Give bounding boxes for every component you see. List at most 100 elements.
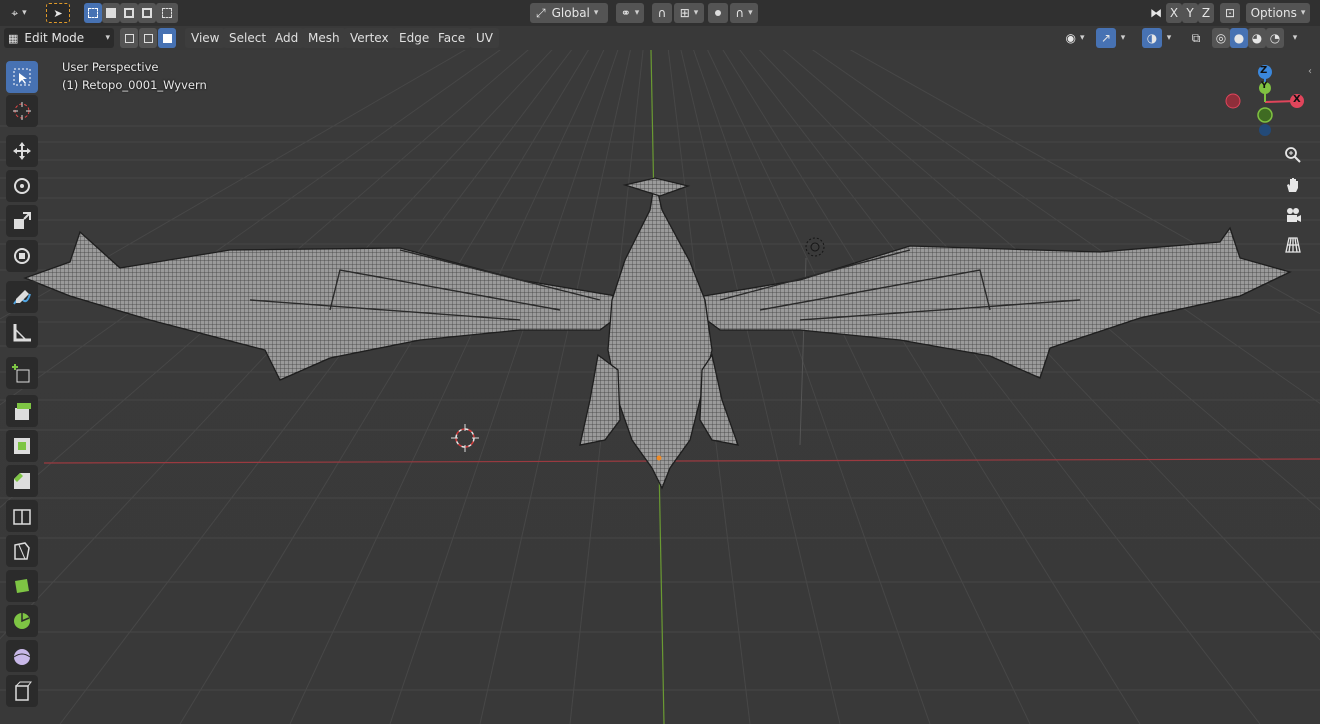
select-tool-button[interactable]: ➤ xyxy=(46,3,70,23)
chevron-down-icon: ▾ xyxy=(748,8,753,18)
transform-orientation-dropdown[interactable]: ⤢ Global ▾ xyxy=(530,3,608,23)
chevron-down-icon: ▾ xyxy=(105,33,110,43)
menu-mesh[interactable]: Mesh xyxy=(302,28,346,48)
tool-cursor[interactable] xyxy=(6,95,38,127)
options-dropdown[interactable]: Options ▾ xyxy=(1246,3,1310,23)
tool-add-cube[interactable] xyxy=(6,357,38,389)
gizmo-z-label: Z xyxy=(1260,65,1268,76)
transform-orientation-label: Global xyxy=(551,6,590,20)
falloff-dropdown[interactable]: ∩ ▾ xyxy=(730,3,758,23)
menu-uv[interactable]: UV xyxy=(470,28,499,48)
tool-inset[interactable] xyxy=(6,430,38,462)
header-bar: ⌖ ▾ ➤ ⤢ Global ▾ ⚭ ▾ ∩ ⊞ ▾ ∩ ▾ ⧓ X Y Z ⊡ Opt… xyxy=(0,0,1320,26)
edge-select-mode-button[interactable] xyxy=(139,28,157,48)
tool-knife[interactable] xyxy=(6,535,38,567)
object-name-text: (1) Retopo_0001_Wyvern xyxy=(62,78,207,92)
menu-view[interactable]: View xyxy=(185,28,226,48)
chevron-left-icon: ‹ xyxy=(1308,66,1312,77)
tool-move[interactable] xyxy=(6,135,38,167)
mirror-options-button[interactable]: ⧓ xyxy=(1146,3,1166,23)
select-box-icon xyxy=(13,68,31,86)
chevron-down-icon: ▾ xyxy=(1079,33,1085,43)
navigation-gizmo[interactable]: Z Y X xyxy=(1222,62,1312,138)
menu-edge[interactable]: Edge xyxy=(393,28,436,48)
gizmo-toggle[interactable]: ↗ xyxy=(1096,28,1116,48)
cursor-arrow-icon: ➤ xyxy=(53,6,63,20)
material-sphere-icon: ◕ xyxy=(1251,31,1263,45)
transform-icon xyxy=(14,248,30,264)
select-mode-new-button[interactable] xyxy=(84,3,102,23)
chevron-down-icon: ▾ xyxy=(22,8,27,18)
tool-poly-build[interactable] xyxy=(6,570,38,602)
tool-extrude[interactable] xyxy=(6,395,38,427)
editor-type-button[interactable]: ⌖ ▾ xyxy=(4,3,34,23)
gizmo-dropdown[interactable]: ▾ xyxy=(1116,28,1130,48)
menu-face[interactable]: Face xyxy=(432,28,472,48)
tool-scale[interactable] xyxy=(6,205,38,237)
measure-icon xyxy=(13,324,31,342)
select-mode-subtract-button[interactable] xyxy=(120,3,138,23)
tool-loop-cut[interactable] xyxy=(6,500,38,532)
rendered-shading-button[interactable]: ◔ xyxy=(1266,28,1284,48)
poly-build-icon xyxy=(15,579,29,593)
zoom-button[interactable] xyxy=(1280,142,1306,168)
shading-dropdown[interactable]: ▾ xyxy=(1288,28,1302,48)
tool-shrink[interactable] xyxy=(6,675,38,707)
mirror-y-label: Y xyxy=(1186,6,1194,20)
solid-shading-button[interactable]: ● xyxy=(1230,28,1248,48)
menu-vertex[interactable]: Vertex xyxy=(344,28,395,48)
pivot-point-dropdown[interactable]: ⚭ ▾ xyxy=(616,3,644,23)
pan-button[interactable] xyxy=(1280,172,1306,198)
select-mode-invert-button[interactable] xyxy=(138,3,156,23)
chevron-down-icon: ▾ xyxy=(1292,33,1298,43)
butterfly-icon: ⧓ xyxy=(1150,6,1162,20)
xray-toggle[interactable]: ⧉ xyxy=(1186,28,1206,48)
tool-annotate[interactable] xyxy=(6,281,38,313)
vertex-select-mode-button[interactable] xyxy=(120,28,138,48)
face-select-mode-button[interactable] xyxy=(158,28,176,48)
camera-view-button[interactable] xyxy=(1280,202,1306,228)
proportional-editing-toggle[interactable] xyxy=(708,3,728,23)
select-mode-extend-button[interactable] xyxy=(102,3,120,23)
perspective-toggle-button[interactable] xyxy=(1280,232,1306,258)
orientation-icon: ⤢ xyxy=(536,5,546,20)
auto-merge-toggle[interactable]: ⊡ xyxy=(1220,3,1240,23)
chevron-down-icon: ▾ xyxy=(593,8,599,18)
mirror-z-toggle[interactable]: Z xyxy=(1198,3,1214,23)
snap-toggle[interactable]: ∩ xyxy=(652,3,672,23)
view-name-text: User Perspective xyxy=(62,60,159,74)
tool-measure[interactable] xyxy=(6,316,38,348)
bevel-icon xyxy=(14,473,30,489)
menu-select[interactable]: Select xyxy=(223,28,273,48)
3d-viewport[interactable] xyxy=(0,0,1320,724)
shrink-icon xyxy=(15,681,32,701)
tool-transform[interactable] xyxy=(6,240,38,272)
overlays-dropdown[interactable]: ▾ xyxy=(1162,28,1176,48)
snap-target-dropdown[interactable]: ⊞ ▾ xyxy=(674,3,704,23)
tool-select-box[interactable] xyxy=(6,61,38,93)
editor-type-icon: ⌖ xyxy=(11,5,19,20)
sidebar-toggle[interactable]: ‹ xyxy=(1308,66,1318,80)
cursor-icon xyxy=(13,102,31,120)
wireframe-shading-button[interactable]: ◎ xyxy=(1212,28,1230,48)
mode-dropdown[interactable]: ▦ Edit Mode ▾ xyxy=(4,28,114,48)
select-invert-icon xyxy=(142,8,152,18)
chevron-down-icon: ▾ xyxy=(693,8,699,18)
material-shading-button[interactable]: ◕ xyxy=(1248,28,1266,48)
pan-hand-icon xyxy=(1287,178,1298,192)
tool-spin[interactable] xyxy=(6,605,38,637)
tool-smooth[interactable] xyxy=(6,640,38,672)
mirror-x-toggle[interactable]: X xyxy=(1166,3,1182,23)
overlays-toggle[interactable]: ◑ xyxy=(1142,28,1162,48)
visibility-dropdown[interactable]: ◉ ▾ xyxy=(1060,28,1090,48)
select-intersect-icon xyxy=(162,8,172,18)
select-mode-intersect-button[interactable] xyxy=(156,3,178,23)
tool-bevel[interactable] xyxy=(6,465,38,497)
xray-icon: ⧉ xyxy=(1191,30,1201,45)
inset-icon xyxy=(14,438,30,454)
merge-icon: ⊡ xyxy=(1224,6,1236,20)
menu-add[interactable]: Add xyxy=(269,28,305,48)
mirror-y-toggle[interactable]: Y xyxy=(1182,3,1198,23)
tool-rotate[interactable] xyxy=(6,170,38,202)
wireframe-sphere-icon: ◎ xyxy=(1215,31,1227,45)
